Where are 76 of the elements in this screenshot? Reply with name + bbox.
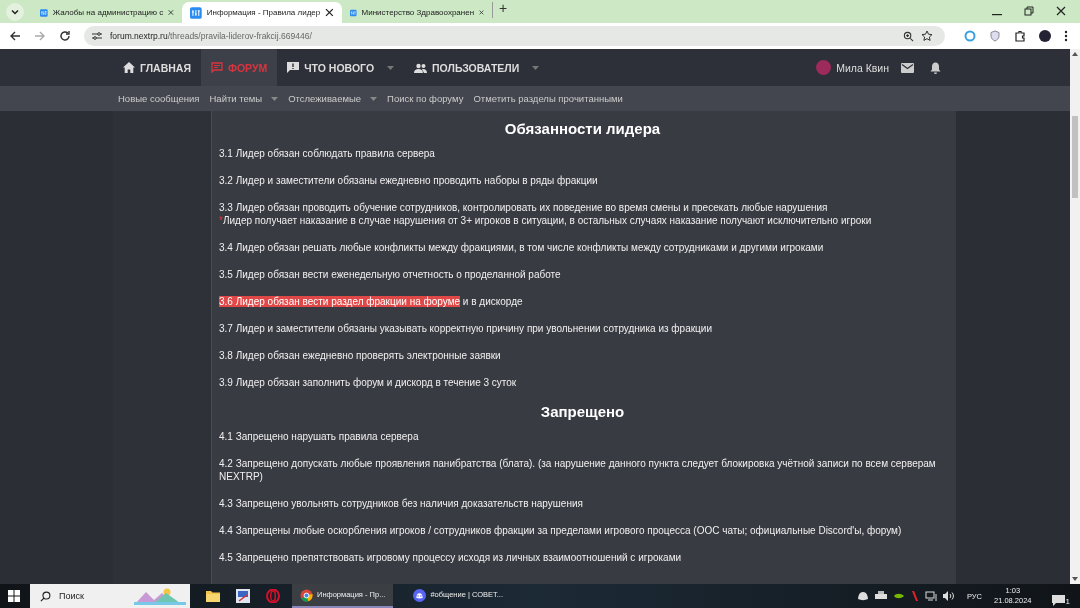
- subnav-link[interactable]: Новые сообщения: [118, 93, 200, 104]
- section-heading: Запрещено: [539, 403, 626, 420]
- rule-text: 3.4 Лидер обязан решать любые конфликты между фракциями, в том числе конфликты между сотрудниками и другими игроками: [219, 241, 825, 254]
- rule-text: 3.3 Лидер обязан проводить обучение сотрудников, контролировать их поведение во время смены и пресекать любые нарушения: [219, 201, 829, 214]
- mail-icon[interactable]: [901, 62, 914, 73]
- new-tab-button[interactable]: +: [492, 2, 514, 18]
- feedback-icon: [287, 62, 300, 73]
- nav-tab[interactable]: ГЛАВНАЯ: [113, 49, 201, 86]
- nav-tab[interactable]: ЧТО НОВОГО: [277, 49, 405, 86]
- site-settings-icon[interactable]: [91, 30, 103, 42]
- profile-avatar[interactable]: [1039, 30, 1051, 42]
- scrollbar[interactable]: [1070, 49, 1080, 584]
- app-window-icon[interactable]: [236, 589, 250, 603]
- rule-text: 3.9 Лидер обязан заполнить форум и дискорд в течение 3 суток: [219, 376, 518, 389]
- rule-text: 4.2 Запрещено допускать любые проявления панибратства (блата). (за нарушение данного пункта следует блокировка учётной записи по всем серверам NEXTRP): [219, 457, 937, 483]
- ring-extension-icon[interactable]: [964, 30, 976, 42]
- rule-text: 4.4 Запрещены любые оскорбления игроков / сотрудников фракции за пределами игрового процесса (OOC чаты; официальные Discord'ы, форум): [219, 524, 903, 537]
- windows-start-icon[interactable]: [8, 590, 20, 602]
- more-menu-icon[interactable]: [1064, 30, 1068, 42]
- rule-note: *Лидер получает наказание в случае нарушения от 3+ игроков в ситуации, в остальных случаях наказание получают исключительно игроки: [219, 214, 873, 227]
- printer-icon[interactable]: [874, 591, 887, 601]
- reload-icon[interactable]: [59, 30, 71, 42]
- restore-icon[interactable]: [1024, 6, 1034, 16]
- section-heading: Обязанности лидера: [503, 120, 662, 137]
- rule-text: 4.3 Запрещено увольнять сотрудников без наличия доказательств нарушения: [219, 497, 584, 510]
- shield-extension-icon[interactable]: [989, 30, 1001, 42]
- tab-search-button[interactable]: [6, 3, 24, 21]
- rule-text: 4.5 Запрещено препятствовать игровому процессу исходя из личных взаимоотношений с игроками: [219, 551, 683, 564]
- back-arrow-icon[interactable]: [9, 30, 21, 42]
- browser-tab[interactable]: Жалобы на администрацию с: [32, 2, 182, 23]
- tab-title: Информация - Правила лидер: [206, 8, 321, 17]
- nav-tab[interactable]: ПОЛЬЗОВАТЕЛИ: [404, 49, 550, 86]
- zoom-icon[interactable]: [903, 30, 914, 42]
- scroll-down-icon[interactable]: [1072, 577, 1078, 581]
- minimize-icon[interactable]: [992, 14, 1002, 16]
- rule-text: 3.2 Лидер и заместители обязаны ежедневно проводить наборы в ряды фракции: [219, 174, 599, 187]
- message-icon: [210, 62, 223, 73]
- browser-tab[interactable]: Министерство Здравоохранен: [342, 2, 492, 23]
- rule-text: 4.1 Запрещено нарушать правила сервера: [219, 430, 420, 443]
- rule-text: 3.8 Лидер обязан ежедневно проверять электронные заявки: [219, 349, 502, 362]
- subnav-link[interactable]: Найти темы: [209, 93, 279, 104]
- puzzle-icon[interactable]: [1014, 30, 1026, 42]
- search-icon: [40, 590, 51, 602]
- taskbar-search-field[interactable]: Поиск: [30, 584, 190, 608]
- folder-icon[interactable]: [206, 590, 220, 602]
- star-icon[interactable]: [921, 30, 933, 42]
- discord-icon: [413, 588, 427, 602]
- opera-icon[interactable]: [266, 589, 280, 603]
- network-icon[interactable]: [924, 591, 937, 601]
- rule-text: 3.5 Лидер обязан вести еженедельную отчетность о проделанной работе: [219, 268, 562, 281]
- browser-tab[interactable]: Информация - Правила лидер: [182, 2, 342, 23]
- subnav-link[interactable]: Поиск по форуму: [387, 93, 464, 104]
- scroll-up-icon[interactable]: [1072, 52, 1078, 56]
- notifications-button[interactable]: 1: [1049, 586, 1072, 606]
- close-icon[interactable]: [325, 8, 334, 17]
- user-name[interactable]: Мила Квин: [836, 61, 889, 74]
- chrome-icon: [300, 588, 313, 602]
- users-icon: [414, 62, 428, 73]
- address-bar[interactable]: forum.nextrp.ru/threads/pravila-liderov-frakcij.669446/: [84, 26, 945, 46]
- chevron-down-icon: [10, 7, 20, 17]
- close-window-icon[interactable]: [1056, 6, 1066, 16]
- tab-title: Министерство Здравоохранен: [361, 8, 475, 17]
- rule-text: 3.1 Лидер обязан соблюдать правила сервера: [219, 147, 436, 160]
- notification-icon: [1051, 595, 1065, 606]
- volume-icon[interactable]: [942, 591, 955, 601]
- site-favicon-icon: [190, 6, 202, 19]
- bell-icon[interactable]: [930, 61, 941, 74]
- subnav-link[interactable]: Отметить разделы прочитанными: [473, 93, 623, 104]
- mountains-drawing: [134, 587, 186, 605]
- subnav-link[interactable]: Отслеживаемые: [288, 93, 378, 104]
- site-favicon-icon: [40, 6, 48, 19]
- home-icon: [123, 62, 135, 73]
- rule-text: 3.6 Лидер обязан вести раздел фракции на форуме и в дискорде: [219, 295, 524, 308]
- rule-text: 3.7 Лидер и заместители обязаны указывать корректную причину при увольнении сотрудника из фракции: [219, 322, 713, 335]
- slash-tray-icon[interactable]: [910, 591, 919, 601]
- tab-title: Жалобы на администрацию с: [52, 8, 164, 17]
